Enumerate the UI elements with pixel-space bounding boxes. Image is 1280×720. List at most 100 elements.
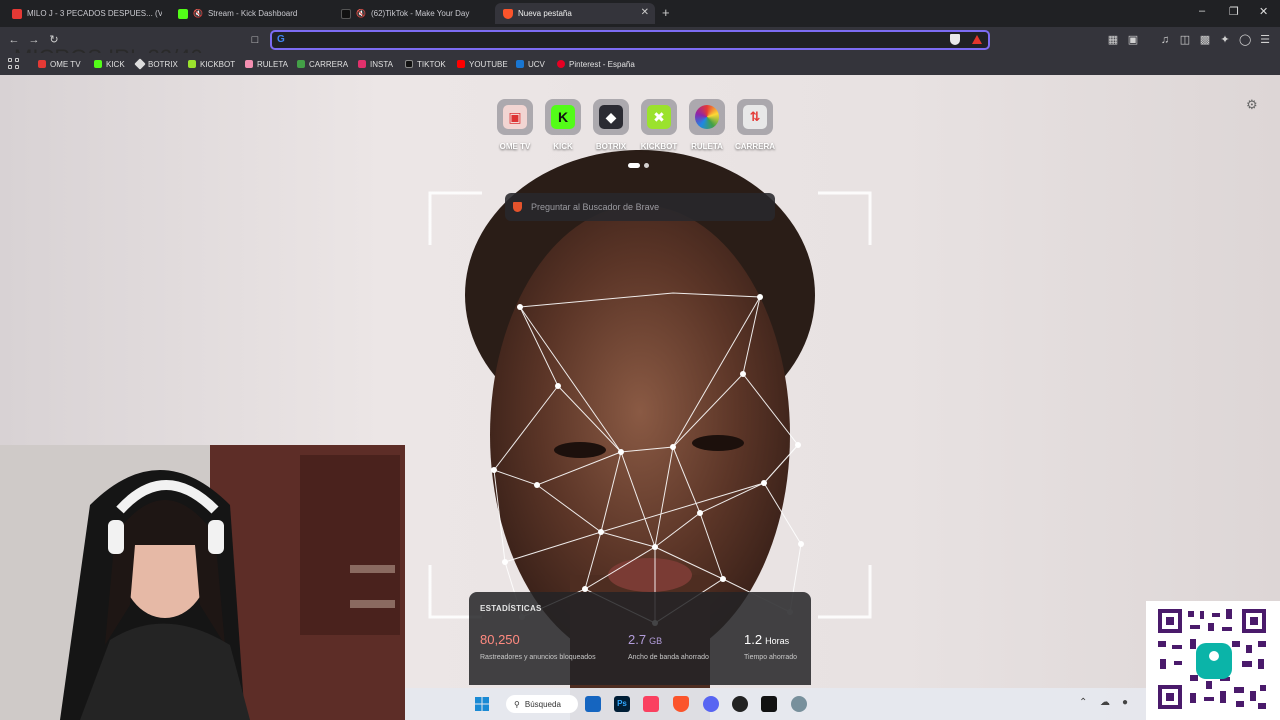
vpn-shield-icon[interactable]: ◯ bbox=[1239, 34, 1251, 46]
youtube-icon bbox=[457, 60, 465, 68]
page-dot-active[interactable] bbox=[628, 163, 640, 168]
bookmark-label: KICKBOT bbox=[200, 59, 236, 69]
brave-search-box[interactable]: Preguntar al Buscador de Brave bbox=[505, 193, 775, 221]
bookmark-carrera[interactable]: CARRERA bbox=[297, 57, 348, 71]
tab-youtube[interactable]: MILO J - 3 PECADOS DESPUES... (Vid bbox=[4, 3, 162, 24]
tab-label: Nueva pestaña bbox=[518, 9, 572, 18]
qr-code-icon bbox=[1146, 601, 1280, 720]
stat-value: 2.7 bbox=[628, 632, 647, 647]
menu-icon[interactable]: ☰ bbox=[1259, 34, 1271, 46]
bookmark-label: Pinterest - España bbox=[569, 59, 635, 69]
bookmark-botrix[interactable]: BOTRIX bbox=[134, 57, 178, 71]
address-bar[interactable]: G bbox=[270, 30, 990, 50]
bookmark-label: TIKTOK bbox=[417, 59, 446, 69]
ucv-icon bbox=[516, 60, 524, 68]
kick-icon bbox=[94, 60, 102, 68]
tab-kick-dashboard[interactable]: 🔇 Stream - Kick Dashboard bbox=[170, 3, 330, 24]
address-input[interactable] bbox=[292, 33, 932, 47]
stat-trackers: 80,250 Rastreadores y anuncios bloqueado… bbox=[480, 631, 596, 661]
shortcut-label: OME TV bbox=[499, 142, 531, 151]
apps-grid-icon[interactable] bbox=[8, 58, 20, 70]
bookmark-label: CARRERA bbox=[309, 59, 349, 69]
brave-shields-icon[interactable] bbox=[950, 34, 960, 45]
search-icon: ⚲ bbox=[514, 699, 520, 709]
windows-start-icon[interactable] bbox=[474, 696, 490, 712]
tab-new-tab[interactable]: Nueva pestaña ✕ bbox=[495, 3, 655, 24]
bookmark-ruleta[interactable]: RULETA bbox=[245, 57, 288, 71]
shortcut-ome-tv[interactable]: ▣ OME TV bbox=[497, 99, 533, 151]
shortcut-carrera[interactable]: ⇅ CARRERA bbox=[735, 99, 775, 151]
leo-ai-icon[interactable]: ✦ bbox=[1219, 34, 1231, 46]
botrix-icon bbox=[134, 58, 146, 70]
sidebar-icon[interactable]: ◫ bbox=[1179, 34, 1191, 46]
shortcut-kickbot[interactable]: ✖ KICKBOT bbox=[641, 99, 677, 151]
bookmark-kickbot[interactable]: KICKBOT bbox=[188, 57, 235, 71]
obs-icon[interactable] bbox=[732, 696, 748, 712]
brave-rewards-icon[interactable] bbox=[972, 35, 982, 44]
screen: MILO J - 3 PECADOS DESPUES... (Vid 🔇 Str… bbox=[0, 0, 1280, 720]
extensions-icon[interactable]: ▦ bbox=[1107, 34, 1119, 46]
tab-tiktok[interactable]: 🔇 (62)TikTok - Make Your Day bbox=[333, 3, 493, 24]
microphone-icon[interactable]: ● bbox=[1122, 697, 1128, 708]
bookmark-insta[interactable]: INSTA bbox=[358, 57, 393, 71]
botrix-icon: ◆ bbox=[599, 105, 623, 129]
file-explorer-icon[interactable] bbox=[585, 696, 601, 712]
stat-time: 1.2 Horas Tiempo ahorrado bbox=[744, 631, 797, 661]
tiktok-icon bbox=[405, 60, 413, 68]
search-placeholder: Preguntar al Buscador de Brave bbox=[531, 202, 660, 212]
shortcut-label: KICK bbox=[553, 142, 573, 151]
bookmark-pinterest[interactable]: Pinterest - España bbox=[557, 57, 635, 71]
tab-label: (62)TikTok - Make Your Day bbox=[370, 9, 470, 18]
close-tab-icon[interactable]: ✕ bbox=[641, 7, 649, 18]
customize-gear-icon[interactable]: ⚙ bbox=[1246, 97, 1258, 113]
settings-icon[interactable] bbox=[791, 696, 807, 712]
ometv-icon bbox=[38, 60, 46, 68]
bookmark-label: INSTA bbox=[370, 59, 393, 69]
new-tab-button[interactable]: + bbox=[662, 5, 670, 20]
muted-speaker-icon[interactable]: 🔇 bbox=[356, 9, 366, 18]
music-icon[interactable] bbox=[643, 696, 659, 712]
screenshot-icon[interactable]: ▣ bbox=[1127, 34, 1139, 46]
google-icon: G bbox=[277, 34, 285, 45]
stat-bandwidth: 2.7 GB Ancho de banda ahorrado bbox=[628, 631, 709, 661]
bookmark-ucv[interactable]: UCV bbox=[516, 57, 545, 71]
minimize-icon[interactable]: – bbox=[1199, 5, 1205, 17]
tab-label: MILO J - 3 PECADOS DESPUES... (Vid bbox=[27, 9, 162, 18]
brave-lion-icon bbox=[513, 202, 522, 212]
brave-browser-icon[interactable] bbox=[673, 696, 689, 712]
discord-icon[interactable] bbox=[703, 696, 719, 712]
stat-unit: Horas bbox=[765, 636, 790, 646]
page-dot[interactable] bbox=[644, 163, 649, 168]
photoshop-icon[interactable]: Ps bbox=[614, 696, 630, 712]
onedrive-cloud-icon[interactable]: ☁ bbox=[1100, 697, 1110, 708]
muted-speaker-icon[interactable]: 🔇 bbox=[193, 9, 203, 18]
bookmark-kick[interactable]: KICK bbox=[94, 57, 125, 71]
top-sites-pager[interactable] bbox=[628, 163, 649, 168]
bookmark-tiktok[interactable]: TIKTOK bbox=[405, 57, 446, 71]
carrera-icon bbox=[297, 60, 305, 68]
kickbot-icon bbox=[188, 60, 196, 68]
chevron-up-icon[interactable]: ⌃ bbox=[1079, 697, 1087, 708]
bookmark-ome-tv[interactable]: OME TV bbox=[38, 57, 81, 71]
tab-label: Stream - Kick Dashboard bbox=[207, 9, 298, 18]
stat-unit: GB bbox=[649, 636, 663, 646]
capcut-icon[interactable] bbox=[761, 696, 777, 712]
stats-header: ESTADÍSTICAS bbox=[480, 604, 542, 613]
bookmark-label: KICK bbox=[106, 59, 125, 69]
wallet-icon[interactable]: ▩ bbox=[1199, 34, 1211, 46]
media-icon[interactable]: ♫ bbox=[1159, 34, 1171, 46]
maximize-icon[interactable]: ❐ bbox=[1229, 5, 1239, 18]
bookmark-label: UCV bbox=[528, 59, 545, 69]
ruleta-icon bbox=[245, 60, 253, 68]
bookmark-icon[interactable]: □ bbox=[249, 34, 261, 46]
taskbar-search[interactable]: ⚲ Búsqueda bbox=[506, 695, 578, 713]
shortcut-kick[interactable]: K KICK bbox=[545, 99, 581, 151]
yape-qr-code bbox=[1146, 601, 1280, 720]
shortcut-ruleta[interactable]: RULETA bbox=[689, 99, 725, 151]
bookmark-youtube[interactable]: YOUTUBE bbox=[457, 57, 508, 71]
shortcut-botrix[interactable]: ◆ BOTRIX bbox=[593, 99, 629, 151]
stats-widget: ESTADÍSTICAS 80,250 Rastreadores y anunc… bbox=[469, 592, 811, 685]
youtube-icon bbox=[12, 8, 22, 19]
close-window-icon[interactable]: ✕ bbox=[1259, 5, 1268, 18]
bookmark-label: BOTRIX bbox=[148, 59, 178, 69]
